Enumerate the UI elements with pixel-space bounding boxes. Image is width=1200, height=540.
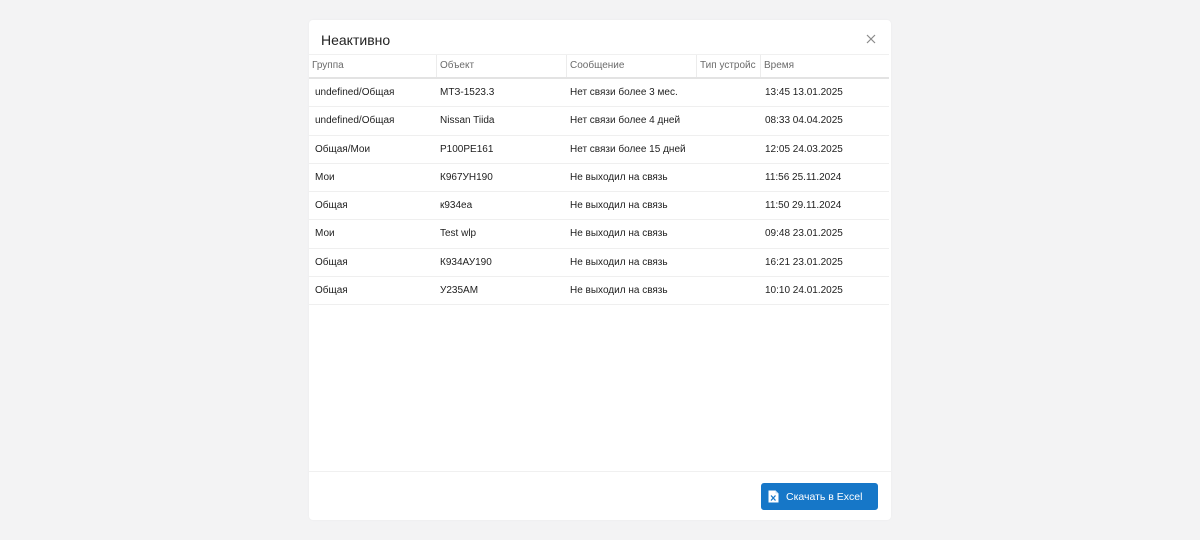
cell-device-type xyxy=(697,136,761,163)
table-row[interactable]: Общая У235АМ Не выходил на связь 10:10 24.0… xyxy=(309,277,889,306)
cell-device-type xyxy=(697,107,761,134)
table-row[interactable]: Общая/Мои Р100РЕ161 Нет связи более 15 дне… xyxy=(309,136,889,164)
cell-device-type xyxy=(697,164,761,191)
cell-group: undefined/Общая xyxy=(315,87,395,98)
excel-file-icon xyxy=(768,490,779,503)
cell-group: Общая xyxy=(315,285,348,297)
dialog-title: Неактивно xyxy=(321,32,391,48)
cell-message: Не выходил на связь xyxy=(570,200,668,212)
inactive-dialog: Неактивно Группа Объект Сообщение Тип ус… xyxy=(309,20,891,520)
cell-time: 13:45 13.01.2025 xyxy=(765,87,843,98)
column-header-group[interactable]: Группа xyxy=(309,55,437,77)
cell-message: Не выходил на связь xyxy=(570,171,668,183)
dialog-header: Неактивно xyxy=(309,20,891,56)
cell-group: Общая/Мои xyxy=(315,143,371,155)
column-header-message[interactable]: Сообщение xyxy=(567,55,697,77)
table-row[interactable]: undefined/Общая Nissan Tiida Нет связи бол… xyxy=(309,107,889,136)
cell-time: 16:21 23.01.2025 xyxy=(765,256,843,268)
cell-object: К967УН190 xyxy=(440,171,493,183)
download-excel-button[interactable]: Скачать в Excel xyxy=(761,483,878,510)
column-header-time[interactable]: Время xyxy=(761,55,889,77)
cell-device-type xyxy=(697,249,761,276)
column-header-device-type[interactable]: Тип устройс xyxy=(697,55,761,77)
close-icon[interactable] xyxy=(863,31,879,47)
cell-message: Нет связи более 4 дней xyxy=(570,115,681,127)
cell-message: Нет связи более 3 мес. xyxy=(570,87,678,98)
cell-message: Не выходил на связь xyxy=(570,256,668,268)
cell-time: 12:05 24.03.2025 xyxy=(765,143,843,155)
table-row[interactable]: undefined/Общая МТЗ-1523.3 Нет связи более… xyxy=(309,79,889,108)
dialog-footer: Скачать в Excel xyxy=(309,471,891,520)
column-header-object[interactable]: Объект xyxy=(437,55,567,77)
inactive-table: Группа Объект Сообщение Тип устройс Врем… xyxy=(309,54,889,306)
cell-object: к934еа xyxy=(440,200,473,212)
cell-object: Nissan Tiida xyxy=(440,115,495,127)
cell-time: 08:33 04.04.2025 xyxy=(765,115,843,127)
cell-time: 10:10 24.01.2025 xyxy=(765,285,843,297)
table-row[interactable]: Мои К967УН190 Не выходил на связь 11:56 25.… xyxy=(309,164,889,193)
cell-group: Общая xyxy=(315,200,348,212)
cell-message: Не выходил на связь xyxy=(570,228,668,240)
cell-object: Test wlp xyxy=(440,228,477,240)
cell-object: К934АУ190 xyxy=(440,256,492,268)
cell-group: Общая xyxy=(315,256,348,268)
cell-group: undefined/Общая xyxy=(315,115,395,127)
table-header: Группа Объект Сообщение Тип устройс Врем… xyxy=(309,54,889,79)
table-row[interactable]: Мои Test wlp Не выходил на связь 09:48 23.0… xyxy=(309,220,889,249)
cell-time: 11:50 29.11.2024 xyxy=(765,200,842,212)
cell-time: 11:56 25.11.2024 xyxy=(765,171,842,183)
cell-group: Мои xyxy=(315,171,335,183)
table-row[interactable]: Общая к934еа Не выходил на связь 11:50 29.1… xyxy=(309,192,889,221)
cell-time: 09:48 23.01.2025 xyxy=(765,228,843,240)
table-body: undefined/Общая МТЗ-1523.3 Нет связи более… xyxy=(309,79,889,306)
table-row[interactable]: Общая К934АУ190 Не выходил на связь 16:21 2… xyxy=(309,249,889,278)
cell-device-type xyxy=(697,79,761,106)
cell-group: Мои xyxy=(315,228,335,240)
cell-object: У235АМ xyxy=(440,285,479,297)
download-excel-label: Скачать в Excel xyxy=(786,490,863,503)
cell-object: Р100РЕ161 xyxy=(440,143,494,155)
cell-device-type xyxy=(697,220,761,247)
cell-message: Не выходил на связь xyxy=(570,285,668,297)
cell-device-type xyxy=(697,192,761,219)
cell-device-type xyxy=(697,277,761,304)
cell-message: Нет связи более 15 дней xyxy=(570,143,686,155)
cell-object: МТЗ-1523.3 xyxy=(440,87,495,98)
